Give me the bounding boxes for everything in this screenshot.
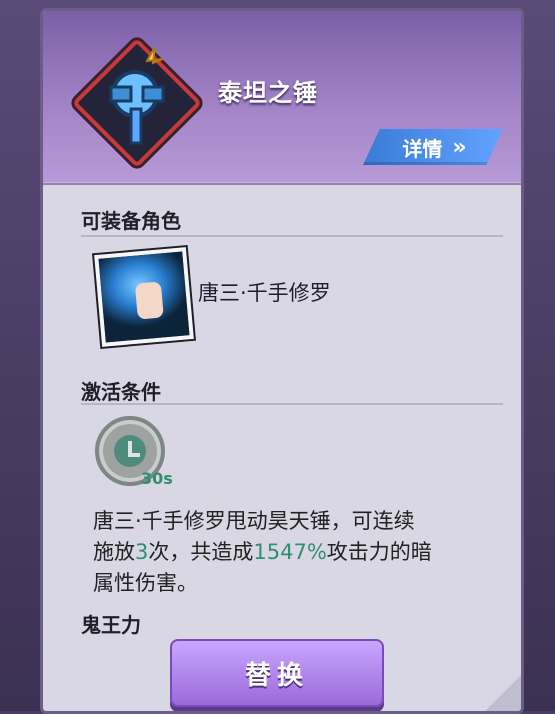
desc-line-3: 属性伤害。 xyxy=(93,571,198,595)
character-avatar[interactable] xyxy=(94,247,194,347)
divider xyxy=(81,403,503,405)
desc-line-2-suffix: 攻击力的暗 xyxy=(326,540,432,564)
avatar-face xyxy=(134,281,164,320)
double-chevron-right-icon: » xyxy=(452,134,466,160)
item-icon xyxy=(71,37,203,169)
footer-label: 鬼王力 xyxy=(81,613,141,637)
item-title: 泰坦之锤 xyxy=(218,79,318,107)
section-title-activate: 激活条件 xyxy=(81,380,161,404)
timer-label: 30s xyxy=(141,469,173,488)
damage-percent: 1547% xyxy=(253,540,327,564)
item-header: 泰坦之锤 详情 » xyxy=(43,11,521,185)
section-title-equip: 可装备角色 xyxy=(81,209,181,233)
item-card: 泰坦之锤 详情 » 可装备角色 唐三·千手修罗 激活条件 30s 唐三·千手修罗… xyxy=(40,8,524,714)
details-label: 详情 xyxy=(402,136,443,161)
replace-label: 替换 xyxy=(244,660,309,691)
skill-description: 唐三·千手修罗甩动昊天锤，可连续 施放3次，共造成1547%攻击力的暗 属性伤害… xyxy=(93,506,493,599)
divider xyxy=(81,235,503,237)
details-button[interactable]: 详情 » xyxy=(363,129,503,165)
hammer-icon xyxy=(109,46,165,145)
desc-line-2-prefix: 施放 xyxy=(93,540,135,564)
clock-icon xyxy=(114,435,146,467)
desc-line-2-mid: 次，共造成 xyxy=(148,540,254,564)
corner-fold xyxy=(485,675,521,711)
cast-count: 3 xyxy=(135,540,149,564)
replace-button[interactable]: 替换 xyxy=(170,639,384,707)
clock-hand xyxy=(128,453,140,457)
desc-line-1: 唐三·千手修罗甩动昊天锤，可连续 xyxy=(93,509,415,533)
character-name: 唐三·千手修罗 xyxy=(198,281,331,305)
desc-line-2: 施放3次，共造成1547%攻击力的暗 xyxy=(93,537,493,568)
